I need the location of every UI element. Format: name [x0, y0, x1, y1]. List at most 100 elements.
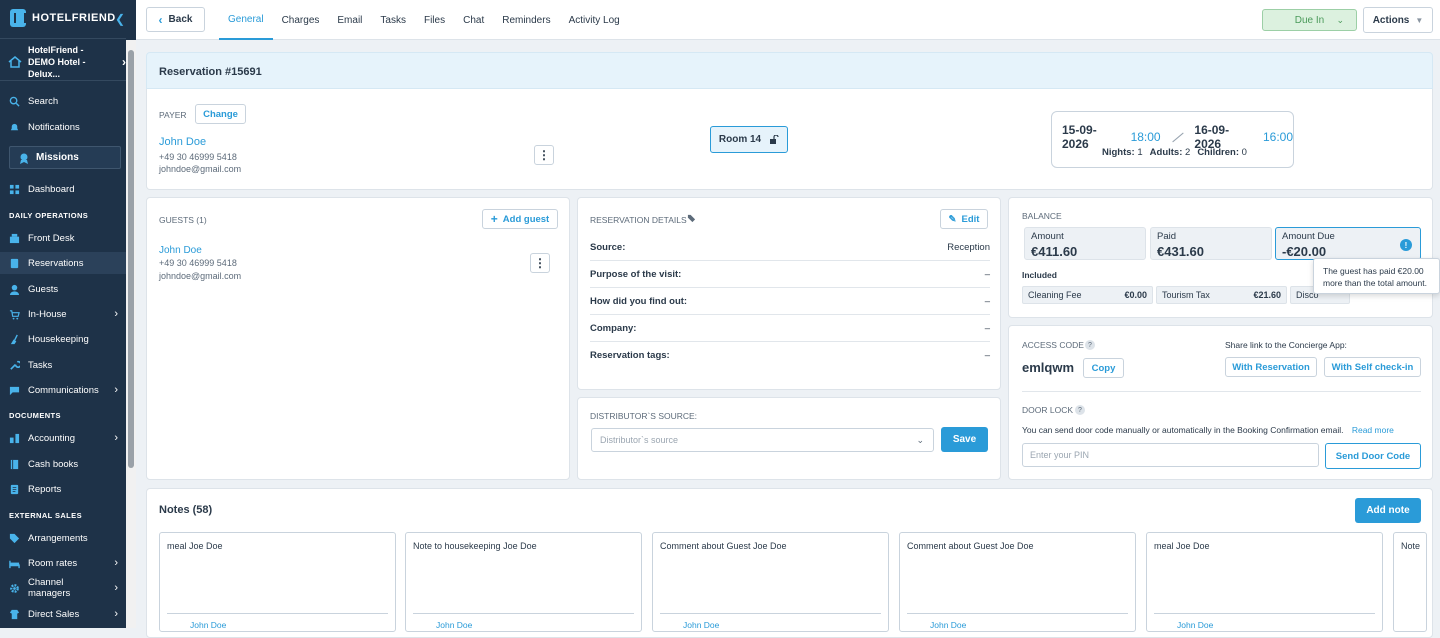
payer-phone: +49 30 46999 5418 [159, 152, 237, 162]
sidebar-section-daily: DAILY OPERATIONS [9, 211, 89, 220]
sidebar-item-guests[interactable]: Guests [0, 278, 126, 300]
status-label: Due In [1294, 14, 1325, 26]
sidebar-item-label: Front Desk [28, 232, 75, 244]
note-divider [413, 613, 634, 614]
guest-name[interactable]: John Doe [159, 245, 202, 256]
payer-more-options-icon[interactable]: ⋮ [534, 145, 554, 165]
note-card[interactable]: Comment about Guest Joe Doe John Doe [652, 532, 889, 632]
chevron-right-icon: › [114, 384, 118, 396]
accounting-icon [9, 433, 20, 443]
chevron-right-icon: › [114, 308, 118, 320]
broom-icon [10, 334, 18, 344]
hotel-name: HotelFriend - DEMO Hotel - Delux... [28, 45, 86, 79]
read-more-link[interactable]: Read more [1352, 425, 1394, 435]
tab-files[interactable]: Files [415, 0, 454, 40]
sidebar-item-front-desk[interactable]: Front Desk [0, 227, 126, 249]
add-guest-button[interactable]: + Add guest [482, 209, 558, 229]
sidebar-item-reports[interactable]: Reports [0, 478, 126, 500]
sidebar-item-in-house[interactable]: In-House › [0, 303, 126, 325]
tab-general[interactable]: General [219, 0, 273, 40]
sidebar-item-label: Cash books [28, 458, 79, 470]
pin-input[interactable]: Enter your PIN [1022, 443, 1319, 467]
distributor-placeholder: Distributor`s source [600, 435, 679, 445]
amount-due-box[interactable]: Amount Due -€20.00 ! [1275, 227, 1421, 260]
note-author[interactable]: John Doe [930, 620, 966, 630]
tab-tasks[interactable]: Tasks [371, 0, 415, 40]
tab-charges[interactable]: Charges [273, 0, 329, 40]
guest-more-options-icon[interactable]: ⋮ [530, 253, 550, 273]
sidebar-item-direct-sales[interactable]: Direct Sales › [0, 603, 126, 625]
sidebar-item-search[interactable]: Search [0, 90, 126, 112]
actions-label: Actions [1372, 14, 1410, 26]
help-icon[interactable]: ? [1075, 405, 1085, 415]
sidebar-scrollbar[interactable] [126, 40, 136, 628]
note-text: Note to housekeeping Joe Doe [413, 541, 537, 551]
bed-icon [9, 560, 20, 568]
note-author[interactable]: John Doe [683, 620, 719, 630]
note-card[interactable]: Note to housekeeping Joe Doe John Doe [405, 532, 642, 632]
sidebar-item-housekeeping[interactable]: Housekeeping [0, 328, 126, 350]
chevron-down-icon: ⌄ [1336, 14, 1344, 25]
status-dropdown[interactable]: Due In ⌄ [1262, 9, 1357, 31]
sidebar-item-label: Housekeeping [28, 333, 89, 345]
sidebar-item-accounting[interactable]: Accounting › [0, 427, 126, 449]
sidebar-item-tasks[interactable]: Tasks [0, 354, 126, 376]
sidebar-item-channel-managers[interactable]: Channel managers › [0, 577, 126, 599]
sidebar-item-label: Notifications [28, 121, 80, 133]
detail-row-purpose: Purpose of the visit: – [590, 261, 990, 288]
distributor-title: DISTRIBUTOR`S SOURCE: [590, 411, 698, 421]
tab-email[interactable]: Email [328, 0, 371, 40]
back-button[interactable]: ‹ Back [146, 7, 205, 32]
note-card[interactable]: Comment about Guest Joe Doe John Doe [899, 532, 1136, 632]
shirt-icon [9, 609, 20, 619]
note-card[interactable]: meal Joe Doe John Doe [1146, 532, 1383, 632]
brand-logo[interactable]: HOTELFRIEND [10, 9, 116, 27]
sidebar-item-notifications[interactable]: Notifications [0, 116, 126, 138]
scrollbar-thumb[interactable] [128, 50, 134, 468]
payer-card: PAYER Change John Doe +49 30 46999 5418 … [146, 89, 1433, 190]
sidebar-item-dashboard[interactable]: Dashboard [0, 178, 126, 200]
section-divider [1022, 391, 1421, 392]
sidebar-item-communications[interactable]: Communications › [0, 379, 126, 401]
edit-details-button[interactable]: ✎ Edit [940, 209, 988, 229]
sidebar-item-label: Reservations [28, 257, 84, 269]
with-self-checkin-button[interactable]: With Self check-in [1324, 357, 1421, 377]
payer-name[interactable]: John Doe [159, 136, 206, 148]
note-author[interactable]: John Doe [436, 620, 472, 630]
note-card[interactable]: meal Joe Doe John Doe [159, 532, 396, 632]
add-note-button[interactable]: Add note [1355, 498, 1421, 523]
info-alert-icon[interactable]: ! [1400, 239, 1412, 251]
tab-reminders[interactable]: Reminders [493, 0, 559, 40]
add-guest-label: Add guest [502, 213, 550, 225]
distributor-source-select[interactable]: Distributor`s source ⌄ [591, 428, 934, 452]
note-author[interactable]: John Doe [1177, 620, 1213, 630]
caret-down-icon: ▼ [1415, 15, 1424, 25]
sidebar-item-room-rates[interactable]: Room rates › [0, 552, 126, 574]
sidebar-item-cash-books[interactable]: Cash books [0, 453, 126, 475]
copy-code-button[interactable]: Copy [1083, 358, 1124, 378]
amount-due-tooltip: The guest has paid €20.00 more than the … [1313, 258, 1440, 294]
tab-activity-log[interactable]: Activity Log [560, 0, 629, 40]
note-card[interactable]: Note [1393, 532, 1427, 632]
chevron-right-icon: › [114, 582, 118, 594]
change-payer-button[interactable]: Change [195, 104, 246, 124]
sidebar-item-reservations[interactable]: Reservations [0, 252, 126, 274]
collapse-sidebar-icon[interactable]: ❮ [115, 12, 125, 26]
help-icon[interactable]: ? [1085, 340, 1095, 350]
adults-count: Adults: 2 [1149, 147, 1191, 158]
reservation-tabs: General Charges Email Tasks Files Chat R… [219, 0, 629, 40]
sidebar-divider [0, 38, 126, 39]
with-reservation-button[interactable]: With Reservation [1225, 357, 1317, 377]
send-door-code-button[interactable]: Send Door Code [1325, 443, 1421, 469]
missions-button[interactable]: Missions [9, 146, 121, 169]
tab-chat[interactable]: Chat [454, 0, 493, 40]
room-assignment[interactable]: Room 14 [710, 126, 788, 153]
sidebar-item-arrangements[interactable]: Arrangements [0, 527, 126, 549]
book-icon [10, 459, 19, 469]
balance-title: BALANCE [1022, 211, 1062, 221]
actions-dropdown[interactable]: Actions ▼ [1363, 7, 1433, 33]
note-author[interactable]: John Doe [190, 620, 226, 630]
save-distributor-button[interactable]: Save [941, 427, 988, 452]
hotel-selector[interactable]: HotelFriend - DEMO Hotel - Delux... › [8, 44, 126, 80]
stay-dates[interactable]: 15-09-2026 18:00 16-09-2026 16:00 Nights… [1051, 111, 1294, 168]
